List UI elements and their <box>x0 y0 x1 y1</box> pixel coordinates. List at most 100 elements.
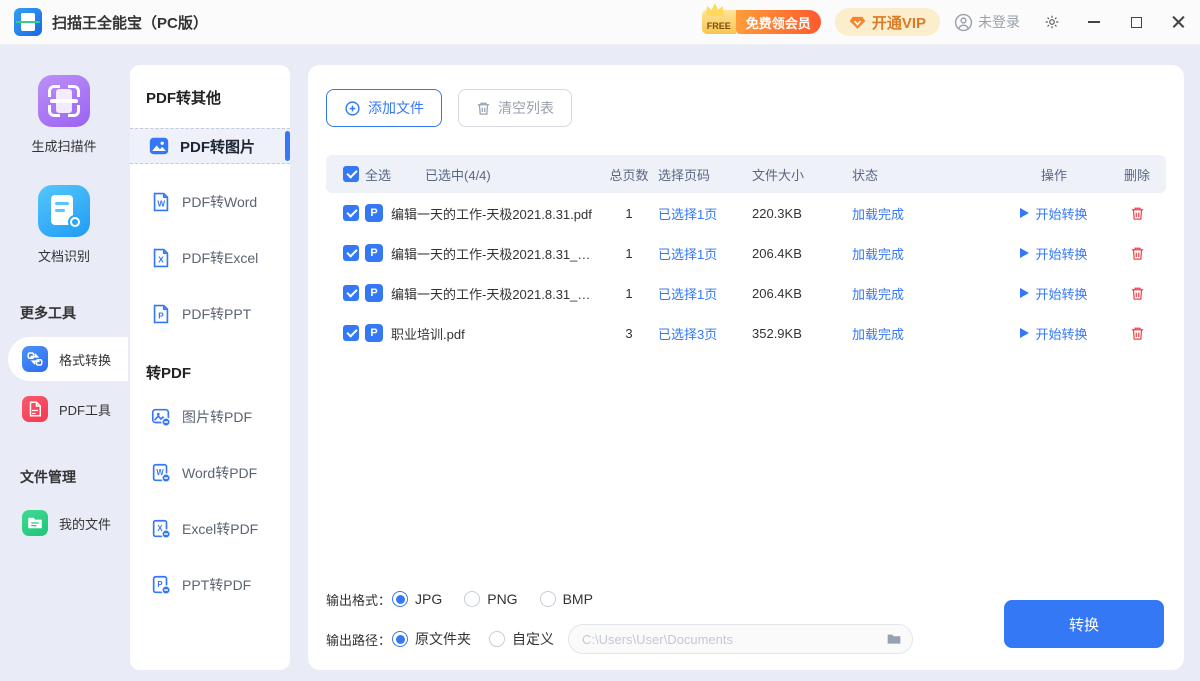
sidebar-item-ocr[interactable]: 文档识别 <box>0 185 128 265</box>
page-select-link[interactable]: 已选择3页 <box>658 324 752 343</box>
play-icon <box>1020 208 1029 218</box>
file-name: 职业培训.pdf <box>391 324 465 343</box>
file-size-value: 352.9KB <box>752 326 852 341</box>
start-convert-link[interactable]: 开始转换 <box>1000 324 1108 343</box>
delete-row-button[interactable] <box>1130 286 1145 301</box>
file-size-value: 206.4KB <box>752 286 852 301</box>
page-select-link[interactable]: 已选择1页 <box>658 284 752 303</box>
start-convert-link[interactable]: 开始转换 <box>1000 284 1108 303</box>
plus-circle-icon <box>344 100 361 117</box>
scan-document-icon <box>38 75 90 127</box>
pdf-to-excel-icon: X <box>150 247 172 269</box>
radio-selected-icon <box>392 591 408 607</box>
close-button[interactable] <box>1170 14 1186 30</box>
trash-icon <box>1130 246 1145 261</box>
main-panel: 添加文件 清空列表 全选 已选中(4/4) 总页数 选择页码 文件大小 <box>308 65 1184 670</box>
menu-item-pdf-to-word[interactable]: W PDF转Word <box>130 188 290 216</box>
file-management-header: 文件管理 <box>20 467 128 487</box>
open-vip-button[interactable]: 开通VIP <box>835 8 940 36</box>
header-delete: 删除 <box>1108 165 1166 184</box>
trash-icon <box>1130 206 1145 221</box>
sidebar-item-format-convert[interactable]: 格式转换 <box>8 337 128 381</box>
image-to-pdf-icon <box>150 406 172 428</box>
selected-count: 已选中(4/4) <box>425 165 491 184</box>
minimize-button[interactable] <box>1086 14 1102 30</box>
start-convert-link[interactable]: 开始转换 <box>1000 244 1108 263</box>
menu-item-pdf-to-image[interactable]: PDF转图片 <box>130 128 290 164</box>
format-convert-icon <box>22 346 48 372</box>
pdf-file-icon: P <box>365 244 383 262</box>
sidebar-item-my-files[interactable]: 我的文件 <box>0 501 128 545</box>
login-status[interactable]: 未登录 <box>954 12 1020 32</box>
row-checkbox[interactable] <box>343 205 359 221</box>
clear-list-button[interactable]: 清空列表 <box>458 89 572 127</box>
delete-row-button[interactable] <box>1130 326 1145 341</box>
menu-item-pdf-to-excel[interactable]: X PDF转Excel <box>130 244 290 272</box>
menu-item-pdf-to-ppt[interactable]: P PDF转PPT <box>130 300 290 328</box>
output-path-label: 输出路径： <box>326 630 392 649</box>
pdf-file-icon: P <box>365 204 383 222</box>
free-member-label: 免费领会员 <box>736 10 821 34</box>
excel-to-pdf-icon: X <box>150 518 172 540</box>
menu-item-excel-to-pdf[interactable]: X Excel转PDF <box>130 515 290 543</box>
total-pages-value: 3 <box>600 326 658 341</box>
format-option-bmp[interactable]: BMP <box>540 591 593 607</box>
select-all-checkbox[interactable] <box>343 166 359 182</box>
menu-item-word-to-pdf[interactable]: W Word转PDF <box>130 459 290 487</box>
my-files-icon <box>22 510 48 536</box>
pdf-to-ppt-icon: P <box>150 303 172 325</box>
page-select-link[interactable]: 已选择1页 <box>658 244 752 263</box>
sidebar-item-pdf-tools[interactable]: PDF工具 <box>0 387 128 431</box>
delete-row-button[interactable] <box>1130 246 1145 261</box>
crown-icon <box>704 3 726 17</box>
play-icon <box>1020 248 1029 258</box>
pdf-to-word-icon: W <box>150 191 172 213</box>
app-logo-icon <box>14 8 42 36</box>
add-files-button[interactable]: 添加文件 <box>326 89 442 127</box>
header-file-size: 文件大小 <box>752 165 852 184</box>
start-convert-link[interactable]: 开始转换 <box>1000 204 1108 223</box>
trash-icon <box>476 101 491 116</box>
file-name: 编辑一天的工作-天极2021.8.31_赤兔... <box>391 284 600 303</box>
path-option-original[interactable]: 原文件夹 <box>392 629 471 649</box>
format-option-jpg[interactable]: JPG <box>392 591 442 607</box>
conversion-menu: PDF转其他 PDF转图片 W PDF转Word X PDF转Excel P P… <box>130 65 290 670</box>
trash-icon <box>1130 286 1145 301</box>
maximize-button[interactable] <box>1128 14 1144 30</box>
ppt-to-pdf-icon: P <box>150 574 172 596</box>
page-select-link[interactable]: 已选择1页 <box>658 204 752 223</box>
folder-browse-icon[interactable] <box>886 631 902 647</box>
sidebar-item-scan[interactable]: 生成扫描件 <box>0 75 128 155</box>
delete-row-button[interactable] <box>1130 206 1145 221</box>
pdf-file-icon: P <box>365 324 383 342</box>
user-icon <box>954 13 973 32</box>
format-option-png[interactable]: PNG <box>464 591 517 607</box>
path-option-custom[interactable]: 自定义 <box>489 629 554 649</box>
menu-item-image-to-pdf[interactable]: 图片转PDF <box>130 403 290 431</box>
row-checkbox[interactable] <box>343 245 359 261</box>
play-icon <box>1020 328 1029 338</box>
svg-text:X: X <box>158 256 164 265</box>
output-path-input[interactable] <box>568 624 913 654</box>
radio-selected-icon <box>392 631 408 647</box>
svg-text:W: W <box>157 200 165 209</box>
total-pages-value: 1 <box>600 286 658 301</box>
row-checkbox[interactable] <box>343 325 359 341</box>
file-table: 全选 已选中(4/4) 总页数 选择页码 文件大小 状态 操作 删除 P 编辑一… <box>326 155 1166 353</box>
free-member-badge[interactable]: FREE 免费领会员 <box>702 10 821 34</box>
app-title: 扫描王全能宝（PC版） <box>52 12 208 33</box>
table-row: P 编辑一天的工作-天极2021.8.31_赤兔... 1 已选择1页 206.… <box>326 233 1166 273</box>
row-checkbox[interactable] <box>343 285 359 301</box>
header-action: 操作 <box>1000 165 1108 184</box>
trash-icon <box>1130 326 1145 341</box>
settings-gear-icon[interactable] <box>1044 14 1060 30</box>
convert-button[interactable]: 转换 <box>1004 600 1164 648</box>
radio-icon <box>540 591 556 607</box>
pdf-file-icon: P <box>365 284 383 302</box>
header-total-pages: 总页数 <box>600 165 658 184</box>
document-recognition-icon <box>38 185 90 237</box>
more-tools-header: 更多工具 <box>20 303 128 323</box>
svg-text:P: P <box>158 312 164 321</box>
toolbar: 添加文件 清空列表 <box>326 89 1166 127</box>
menu-item-ppt-to-pdf[interactable]: P PPT转PDF <box>130 571 290 599</box>
